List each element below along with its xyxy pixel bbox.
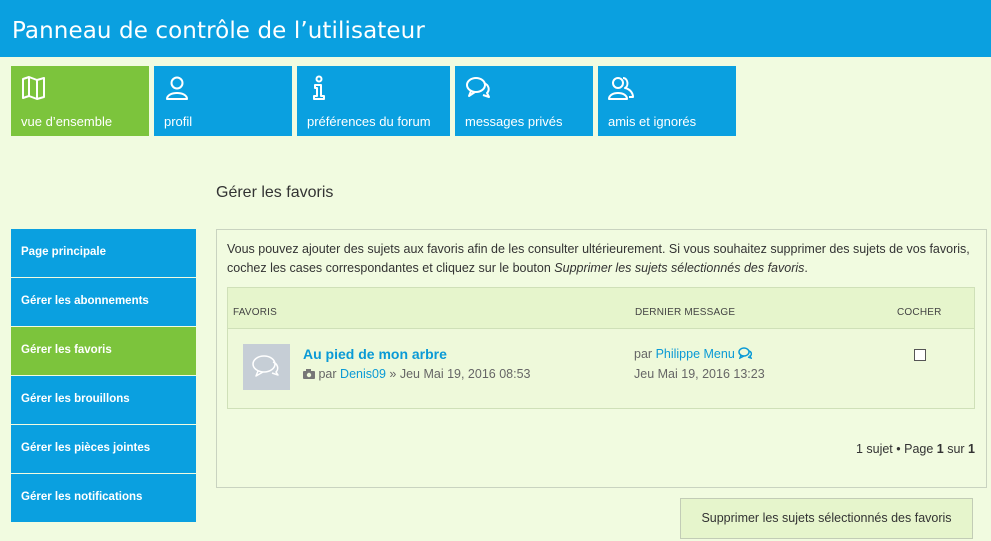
intro-emphasis: Supprimer les sujets sélectionnés des fa…: [554, 261, 805, 275]
topic-chat-icon: [252, 355, 279, 377]
friends-icon: [608, 77, 634, 100]
table-header: FAVORIS DERNIER MESSAGE COCHER: [228, 288, 974, 329]
pagination-of: sur: [943, 442, 969, 456]
topic-title-link[interactable]: Au pied de mon arbre: [303, 346, 447, 362]
tab-label: messages privés: [465, 114, 563, 129]
topic-meta: par Denis09 » Jeu Mai 19, 2016 08:53: [303, 367, 530, 381]
info-icon: [313, 75, 325, 100]
view-latest-post-icon[interactable]: [738, 347, 753, 360]
sidebar-item-main-page[interactable]: Page principale: [11, 229, 196, 277]
chat-icon: [466, 77, 490, 98]
column-header-favoris: FAVORIS: [233, 307, 278, 318]
delete-selected-bookmarks-button[interactable]: Supprimer les sujets sélectionnés des fa…: [680, 498, 973, 539]
topic-thumbnail: [243, 344, 290, 390]
topic-select-checkbox[interactable]: [914, 349, 926, 361]
tab-private-messages[interactable]: messages privés: [455, 66, 593, 136]
tab-label: vue d’ensemble: [21, 114, 113, 129]
bookmarks-panel: Vous pouvez ajouter des sujets aux favor…: [216, 229, 987, 488]
sidebar-item-drafts[interactable]: Gérer les brouillons: [11, 376, 196, 424]
topic-by-prefix: par: [318, 367, 337, 381]
sidebar-item-attachments[interactable]: Gérer les pièces jointes: [11, 425, 196, 473]
last-post-prefix: par: [634, 347, 653, 361]
sidebar-item-subscriptions[interactable]: Gérer les abonnements: [11, 278, 196, 326]
pagination-separator: • Page: [892, 442, 937, 456]
user-icon: [166, 76, 188, 100]
tab-friends-foes[interactable]: amis et ignorés: [598, 66, 736, 136]
column-header-last-message: DERNIER MESSAGE: [635, 307, 736, 318]
tab-label: préférences du forum: [307, 114, 431, 129]
topic-date: » Jeu Mai 19, 2016 08:53: [389, 367, 531, 381]
page-header: Panneau de contrôle de l’utilisateur: [0, 0, 991, 57]
camera-icon: [303, 369, 315, 379]
tab-forum-preferences[interactable]: préférences du forum: [297, 66, 450, 136]
intro-text: Vous pouvez ajouter des sujets aux favor…: [227, 240, 979, 278]
last-post-date: Jeu Mai 19, 2016 13:23: [634, 367, 765, 381]
tab-overview[interactable]: vue d’ensemble: [11, 66, 149, 136]
last-post-author-link[interactable]: Philippe Menu: [656, 347, 735, 361]
total-pages: 1: [968, 442, 975, 456]
section-title: Gérer les favoris: [216, 184, 334, 201]
column-header-check: COCHER: [897, 307, 942, 318]
sidebar-item-notifications[interactable]: Gérer les notifications: [11, 474, 196, 522]
sidebar-nav: Page principale Gérer les abonnements Gé…: [11, 229, 196, 523]
tab-label: amis et ignorés: [608, 114, 697, 129]
bookmarks-table: FAVORIS DERNIER MESSAGE COCHER Au pied d…: [227, 287, 975, 409]
map-icon: [22, 76, 45, 100]
topic-author-link[interactable]: Denis09: [340, 367, 386, 381]
topic-count: 1 sujet: [855, 442, 893, 456]
sidebar-item-bookmarks[interactable]: Gérer les favoris: [11, 327, 196, 375]
last-post-author: par Philippe Menu: [634, 347, 753, 361]
pagination: 1 sujet • Page 1 sur 1: [856, 442, 975, 456]
tab-profile[interactable]: profil: [154, 66, 292, 136]
current-page: 1: [936, 442, 944, 456]
intro-end: .: [804, 261, 808, 275]
page-title: Panneau de contrôle de l’utilisateur: [12, 18, 425, 44]
tab-label: profil: [164, 114, 193, 129]
